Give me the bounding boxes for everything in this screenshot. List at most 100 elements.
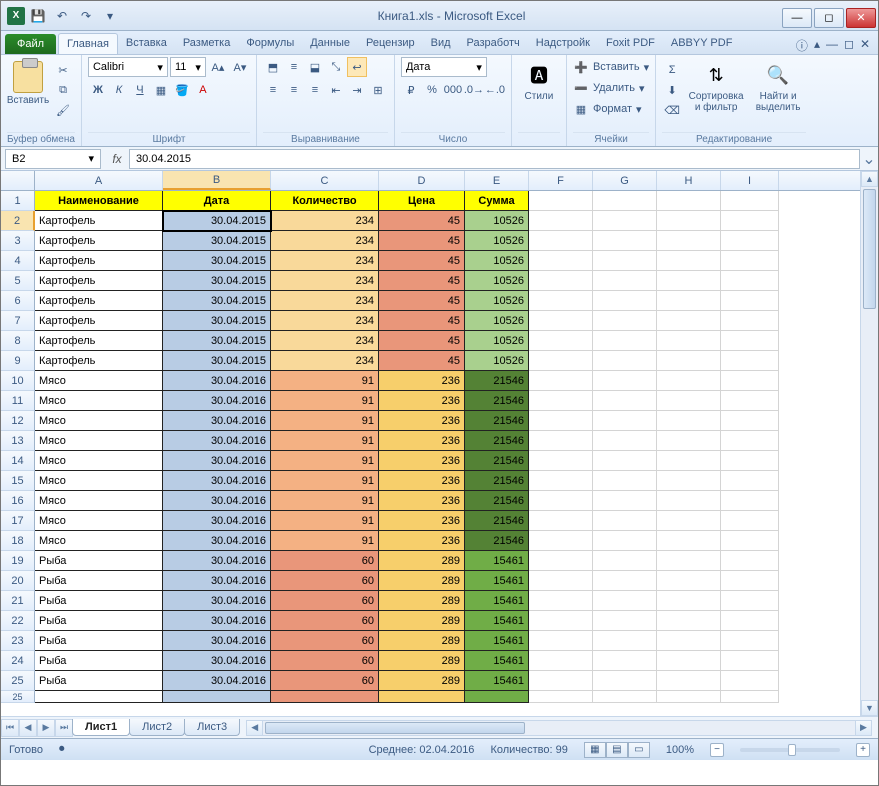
cell[interactable] (529, 311, 593, 331)
cell[interactable]: 234 (271, 331, 379, 351)
cell[interactable]: 10526 (465, 231, 529, 251)
cell[interactable]: 289 (379, 671, 465, 691)
cell[interactable] (721, 391, 779, 411)
cell[interactable] (657, 471, 721, 491)
cell[interactable] (529, 631, 593, 651)
col-header-H[interactable]: H (657, 171, 721, 190)
cell[interactable]: Мясо (35, 371, 163, 391)
cell[interactable]: 30.04.2016 (163, 671, 271, 691)
cell[interactable]: 45 (379, 331, 465, 351)
tab-главная[interactable]: Главная (58, 33, 118, 54)
col-header-D[interactable]: D (379, 171, 465, 190)
underline-button[interactable]: Ч (130, 80, 150, 100)
cell[interactable] (593, 211, 657, 231)
tab-формулы[interactable]: Формулы (238, 33, 302, 54)
align-bottom-button[interactable]: ⬓ (305, 57, 325, 77)
cell[interactable] (529, 251, 593, 271)
row-header[interactable]: 13 (1, 431, 35, 451)
cell[interactable] (721, 311, 779, 331)
macro-record-icon[interactable]: ⏺ (59, 743, 65, 756)
cell[interactable] (657, 451, 721, 471)
tab-вставка[interactable]: Вставка (118, 33, 175, 54)
cell[interactable]: 234 (271, 351, 379, 371)
cell[interactable] (529, 351, 593, 371)
cell[interactable] (529, 211, 593, 231)
cell[interactable] (657, 611, 721, 631)
find-select-button[interactable]: 🔍 Найти и выделить (750, 57, 806, 113)
scroll-right-button[interactable]: ▶ (855, 721, 871, 735)
cell[interactable] (593, 431, 657, 451)
cell[interactable]: 91 (271, 531, 379, 551)
styles-button[interactable]: 🅰 Стили (518, 57, 560, 102)
doc-restore-icon[interactable]: ◻ (844, 37, 854, 54)
maximize-button[interactable]: ◻ (814, 8, 844, 28)
cell[interactable] (35, 691, 163, 703)
cell[interactable] (593, 631, 657, 651)
fx-button[interactable]: fx (105, 152, 129, 166)
shrink-font-button[interactable]: A▾ (230, 57, 250, 77)
cell[interactable] (593, 311, 657, 331)
copy-button[interactable]: ⧉ (53, 81, 73, 99)
col-header-E[interactable]: E (465, 171, 529, 190)
row-header[interactable]: 10 (1, 371, 35, 391)
tab-file[interactable]: Файл (5, 34, 56, 54)
cell[interactable] (721, 591, 779, 611)
cell[interactable] (657, 491, 721, 511)
cell[interactable]: Сумма (465, 191, 529, 211)
cell[interactable]: 60 (271, 611, 379, 631)
cell[interactable]: Картофель (35, 251, 163, 271)
paste-button[interactable]: Вставить (7, 57, 49, 106)
cell[interactable]: 234 (271, 291, 379, 311)
fill-button[interactable]: ⬇ (662, 81, 682, 99)
cell[interactable]: Картофель (35, 211, 163, 231)
cell[interactable]: 45 (379, 251, 465, 271)
row-header[interactable]: 9 (1, 351, 35, 371)
cell[interactable] (657, 211, 721, 231)
cell[interactable]: 236 (379, 431, 465, 451)
cell[interactable] (593, 451, 657, 471)
col-header-C[interactable]: C (271, 171, 379, 190)
row-header[interactable]: 14 (1, 451, 35, 471)
cell[interactable]: Картофель (35, 331, 163, 351)
cell[interactable] (379, 691, 465, 703)
cell[interactable]: Рыба (35, 651, 163, 671)
cell[interactable]: 30.04.2015 (163, 231, 271, 251)
sheet-tab-Лист1[interactable]: Лист1 (72, 719, 130, 736)
orientation-button[interactable]: ⤡ (326, 57, 346, 77)
cell[interactable]: 30.04.2015 (163, 351, 271, 371)
row-header[interactable]: 20 (1, 571, 35, 591)
row-header[interactable]: 19 (1, 551, 35, 571)
merge-button[interactable]: ⊞ (368, 80, 388, 100)
insert-cells-button[interactable]: ➕Вставить▾ (573, 57, 649, 77)
cell[interactable]: Рыба (35, 671, 163, 691)
cell[interactable]: 15461 (465, 651, 529, 671)
align-top-button[interactable]: ⬒ (263, 57, 283, 77)
cell[interactable] (529, 471, 593, 491)
row-header[interactable]: 25 (1, 671, 35, 691)
cell[interactable] (593, 511, 657, 531)
cell[interactable]: 10526 (465, 311, 529, 331)
number-format-combo[interactable]: Дата▾ (401, 57, 487, 77)
tab-рецензир[interactable]: Рецензир (358, 33, 423, 54)
cell[interactable] (593, 611, 657, 631)
cell[interactable] (593, 351, 657, 371)
cell[interactable] (657, 391, 721, 411)
row-header[interactable]: 22 (1, 611, 35, 631)
cell[interactable] (529, 291, 593, 311)
cell[interactable]: 10526 (465, 291, 529, 311)
row-header[interactable]: 24 (1, 651, 35, 671)
cell[interactable] (721, 611, 779, 631)
col-header-A[interactable]: A (35, 171, 163, 190)
cell[interactable]: 234 (271, 231, 379, 251)
cell[interactable]: 236 (379, 471, 465, 491)
cell[interactable]: 15461 (465, 571, 529, 591)
cell[interactable]: 236 (379, 371, 465, 391)
view-normal-button[interactable]: ▦ (584, 742, 606, 758)
minimize-button[interactable]: — (782, 8, 812, 28)
cell[interactable] (657, 631, 721, 651)
align-right-button[interactable]: ≡ (305, 80, 325, 100)
cell[interactable] (529, 391, 593, 411)
row-header[interactable]: 4 (1, 251, 35, 271)
cell[interactable] (721, 431, 779, 451)
cell[interactable]: 60 (271, 651, 379, 671)
